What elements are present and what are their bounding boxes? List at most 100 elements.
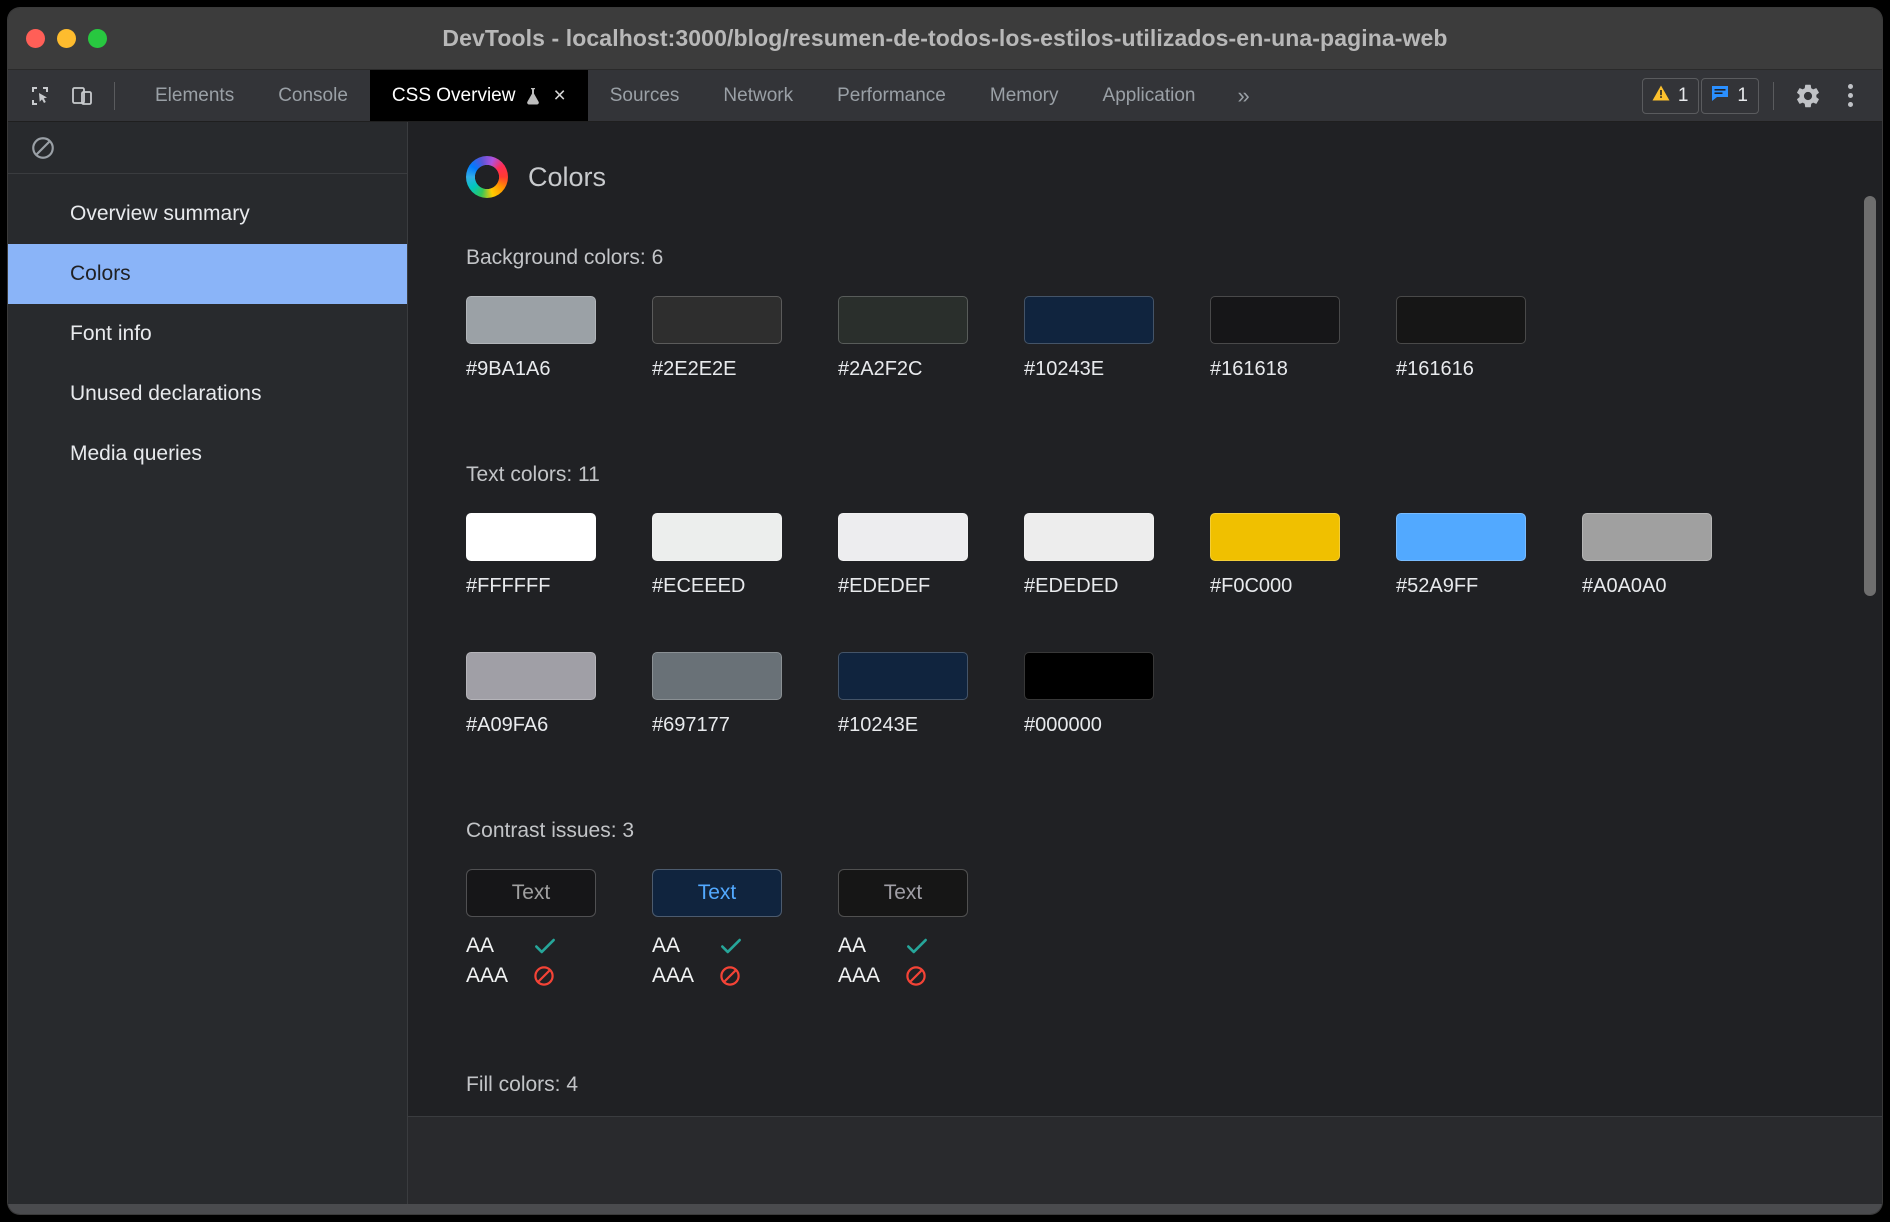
tab-performance[interactable]: Performance: [815, 70, 968, 121]
contrast-item[interactable]: Text AA: [466, 869, 596, 991]
color-swatch[interactable]: [838, 296, 968, 344]
color-swatch-item[interactable]: #F0C000: [1210, 513, 1340, 598]
color-swatch-item[interactable]: #52A9FF: [1396, 513, 1526, 598]
sidebar-item-list: Overview summary Colors Font info Unused…: [8, 174, 407, 484]
close-tab-button[interactable]: ×: [553, 85, 565, 106]
more-tabs-button[interactable]: »: [1217, 70, 1269, 121]
section-label: Fill colors: 4: [466, 1073, 1882, 1097]
color-swatch-item[interactable]: #10243E: [1024, 296, 1154, 381]
tab-memory[interactable]: Memory: [968, 70, 1081, 121]
tab-console[interactable]: Console: [256, 70, 370, 121]
messages-count: 1: [1737, 85, 1748, 107]
section-fill-colors: Fill colors: 4: [466, 1073, 1882, 1116]
sidebar-item-label: Overview summary: [70, 202, 250, 226]
gear-icon[interactable]: [1788, 76, 1828, 116]
color-swatch-item[interactable]: #000000: [1024, 652, 1154, 737]
contrast-results: AA AAA: [466, 931, 596, 991]
color-swatch-item[interactable]: #697177: [652, 652, 782, 737]
color-swatch-item[interactable]: #2A2F2C: [838, 296, 968, 381]
color-swatch-item[interactable]: #9BA1A6: [466, 296, 596, 381]
maximize-window-button[interactable]: [88, 29, 107, 48]
color-swatch-item[interactable]: #EDEDED: [1024, 513, 1154, 598]
tab-label: Console: [278, 85, 348, 107]
color-swatch-item[interactable]: #A09FA6: [466, 652, 596, 737]
color-swatch-item[interactable]: #10243E: [838, 652, 968, 737]
sidebar-item-label: Colors: [70, 262, 131, 286]
devtools-tabbar: Elements Console CSS Overview × Sources …: [8, 70, 1882, 122]
page-title: Colors: [466, 156, 1882, 198]
color-swatch[interactable]: [1396, 296, 1526, 344]
color-hex-label: #EDEDED: [1024, 575, 1154, 598]
color-swatch[interactable]: [838, 513, 968, 561]
tab-network[interactable]: Network: [701, 70, 815, 121]
scrollbar-thumb[interactable]: [1864, 196, 1876, 596]
sidebar-item-font-info[interactable]: Font info: [8, 304, 407, 364]
color-swatch[interactable]: [466, 513, 596, 561]
window-titlebar: DevTools - localhost:3000/blog/resumen-d…: [8, 8, 1882, 70]
tab-sources[interactable]: Sources: [588, 70, 702, 121]
tab-label: CSS Overview: [392, 85, 516, 107]
color-swatch-item[interactable]: #EDEDEF: [838, 513, 968, 598]
tab-css-overview[interactable]: CSS Overview ×: [370, 70, 588, 121]
tab-application[interactable]: Application: [1081, 70, 1218, 121]
color-hex-label: #EDEDEF: [838, 575, 968, 598]
color-swatch-item[interactable]: #161616: [1396, 296, 1526, 381]
vertical-scrollbar[interactable]: [1862, 126, 1878, 1112]
checkmark-icon: [718, 933, 744, 959]
sidebar-item-overview-summary[interactable]: Overview summary: [8, 184, 407, 244]
color-swatch-item[interactable]: #161618: [1210, 296, 1340, 381]
color-swatch[interactable]: [466, 296, 596, 344]
color-wheel-icon: [466, 156, 508, 198]
sidebar-item-colors[interactable]: Colors: [8, 244, 407, 304]
contrast-sample-text: Text: [884, 881, 923, 905]
color-hex-label: #161618: [1210, 358, 1340, 381]
color-swatch[interactable]: [652, 513, 782, 561]
contrast-aaa-row: AAA: [466, 961, 596, 991]
color-hex-label: #2A2F2C: [838, 358, 968, 381]
color-swatch[interactable]: [1396, 513, 1526, 561]
content-scroll-area: Colors Background colors: 6 #9BA1A6: [408, 122, 1882, 1116]
color-swatch-item[interactable]: #ECEEED: [652, 513, 782, 598]
tabbar-right-divider: [1773, 82, 1774, 110]
clear-overview-icon[interactable]: [24, 129, 62, 167]
contrast-item[interactable]: Text AA: [838, 869, 968, 991]
color-swatch[interactable]: [1210, 296, 1340, 344]
color-swatch[interactable]: [652, 296, 782, 344]
contrast-sample-box[interactable]: Text: [652, 869, 782, 917]
device-toolbar-icon[interactable]: [64, 78, 100, 114]
sidebar-item-media-queries[interactable]: Media queries: [8, 424, 407, 484]
color-swatch[interactable]: [1210, 513, 1340, 561]
color-swatch[interactable]: [838, 652, 968, 700]
sidebar-item-unused-declarations[interactable]: Unused declarations: [8, 364, 407, 424]
tab-elements[interactable]: Elements: [133, 70, 256, 121]
color-swatch[interactable]: [1024, 296, 1154, 344]
warnings-counter[interactable]: 1: [1642, 78, 1700, 114]
color-swatch[interactable]: [1024, 652, 1154, 700]
contrast-aa-label: AA: [838, 934, 904, 958]
color-swatch[interactable]: [1024, 513, 1154, 561]
messages-counter[interactable]: 1: [1701, 78, 1759, 114]
color-hex-label: #ECEEED: [652, 575, 782, 598]
contrast-aa-label: AA: [652, 934, 718, 958]
color-swatch-item[interactable]: #A0A0A0: [1582, 513, 1712, 598]
close-window-button[interactable]: [26, 29, 45, 48]
contrast-sample-box[interactable]: Text: [466, 869, 596, 917]
inspect-element-icon[interactable]: [22, 78, 58, 114]
tab-label: Network: [723, 85, 793, 107]
sidebar-item-label: Media queries: [70, 442, 202, 466]
kebab-menu-icon[interactable]: [1830, 76, 1870, 116]
color-swatch-item[interactable]: #FFFFFF: [466, 513, 596, 598]
no-entry-icon: [718, 964, 742, 988]
swatch-row: #FFFFFF #ECEEED #EDEDEF: [466, 513, 1882, 598]
color-swatch[interactable]: [1582, 513, 1712, 561]
devtools-body: Overview summary Colors Font info Unused…: [8, 122, 1882, 1204]
contrast-sample-box[interactable]: Text: [838, 869, 968, 917]
minimize-window-button[interactable]: [57, 29, 76, 48]
no-entry-icon: [904, 964, 928, 988]
swatch-row: #A09FA6 #697177 #10243E: [466, 652, 1882, 737]
color-swatch[interactable]: [466, 652, 596, 700]
color-swatch-item[interactable]: #2E2E2E: [652, 296, 782, 381]
contrast-aaa-label: AAA: [466, 964, 532, 988]
color-swatch[interactable]: [652, 652, 782, 700]
contrast-item[interactable]: Text AA: [652, 869, 782, 991]
